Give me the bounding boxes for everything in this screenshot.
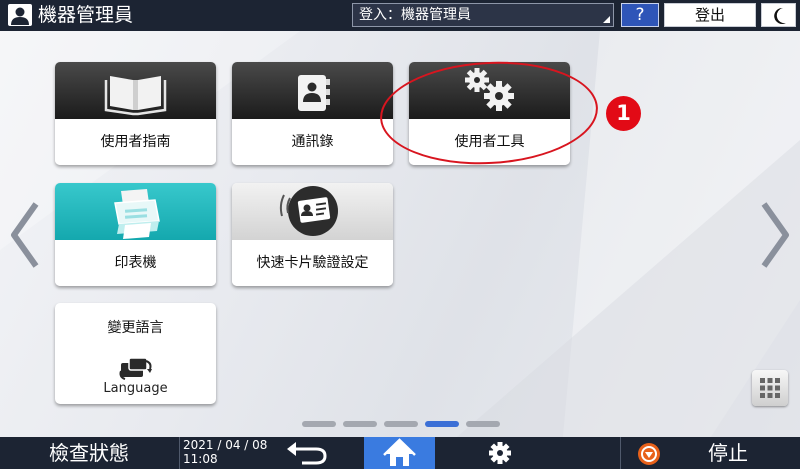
stop-button[interactable]: 停止 bbox=[625, 437, 800, 469]
previous-page-arrow-icon[interactable] bbox=[8, 200, 42, 270]
tile-quick-card-auth-settings[interactable]: 快速卡片驗證設定 bbox=[232, 183, 393, 286]
printer-icon bbox=[114, 189, 160, 239]
annotation-badge: 1 bbox=[606, 96, 641, 131]
tile-address-book[interactable]: 通訊錄 bbox=[232, 62, 393, 165]
bottom-bar: 檢查狀態 2021 / 04 / 08 11:08 停止 bbox=[0, 437, 800, 469]
tile-sublabel: Language bbox=[103, 381, 168, 396]
gear-icon bbox=[489, 442, 511, 464]
user-title: 機器管理員 bbox=[38, 4, 134, 26]
page-dot[interactable] bbox=[302, 421, 336, 427]
energy-saver-button[interactable] bbox=[761, 3, 796, 27]
back-button[interactable] bbox=[258, 437, 360, 469]
check-status-button[interactable]: 檢查狀態 bbox=[0, 437, 178, 469]
tile-change-language[interactable]: 變更語言 Language bbox=[55, 303, 216, 404]
resize-corner-icon bbox=[603, 16, 610, 23]
tile-label: 使用者指南 bbox=[55, 119, 216, 165]
home-icon bbox=[383, 438, 416, 466]
moon-icon bbox=[774, 7, 786, 24]
next-page-arrow-icon[interactable] bbox=[758, 200, 792, 270]
tile-label: 快速卡片驗證設定 bbox=[232, 240, 393, 286]
language-switch-icon bbox=[119, 357, 152, 380]
login-status-field[interactable]: 登入：機器管理員 bbox=[352, 3, 614, 27]
tile-label: 變更語言 bbox=[107, 320, 164, 336]
tile-user-guide[interactable]: 使用者指南 bbox=[55, 62, 216, 165]
top-bar: 機器管理員 登入：機器管理員 ? 登出 bbox=[0, 0, 800, 31]
tile-printer[interactable]: 印表機 bbox=[55, 183, 216, 286]
help-button[interactable]: ? bbox=[621, 3, 659, 27]
id-card-icon bbox=[279, 186, 338, 236]
tile-label: 通訊錄 bbox=[232, 119, 393, 165]
grid-icon bbox=[760, 378, 780, 398]
page-dot[interactable] bbox=[343, 421, 377, 427]
separator bbox=[179, 437, 180, 469]
stop-label: 停止 bbox=[708, 441, 748, 465]
page-dot[interactable] bbox=[384, 421, 418, 427]
back-arrow-icon bbox=[287, 442, 327, 465]
tile-label: 印表機 bbox=[55, 240, 216, 286]
date-text: 2021 / 04 / 08 bbox=[183, 438, 268, 452]
time-text: 11:08 bbox=[183, 452, 218, 466]
page-dot-active[interactable] bbox=[425, 421, 459, 427]
app-list-button[interactable] bbox=[752, 370, 788, 406]
page-dot[interactable] bbox=[466, 421, 500, 427]
separator bbox=[620, 437, 621, 469]
address-book-icon bbox=[298, 75, 330, 111]
book-icon bbox=[104, 76, 167, 116]
date-time-display: 2021 / 04 / 08 11:08 bbox=[183, 438, 267, 466]
settings-button[interactable] bbox=[465, 437, 535, 469]
operation-panel-screen: 機器管理員 登入：機器管理員 ? 登出 使用者指南 通訊錄 使用者工具 印表機 … bbox=[0, 0, 800, 469]
home-button[interactable] bbox=[364, 437, 435, 469]
login-status-text: 登入：機器管理員 bbox=[359, 7, 471, 23]
user-icon bbox=[8, 4, 32, 26]
stop-icon bbox=[638, 443, 660, 465]
logout-button[interactable]: 登出 bbox=[664, 3, 756, 27]
